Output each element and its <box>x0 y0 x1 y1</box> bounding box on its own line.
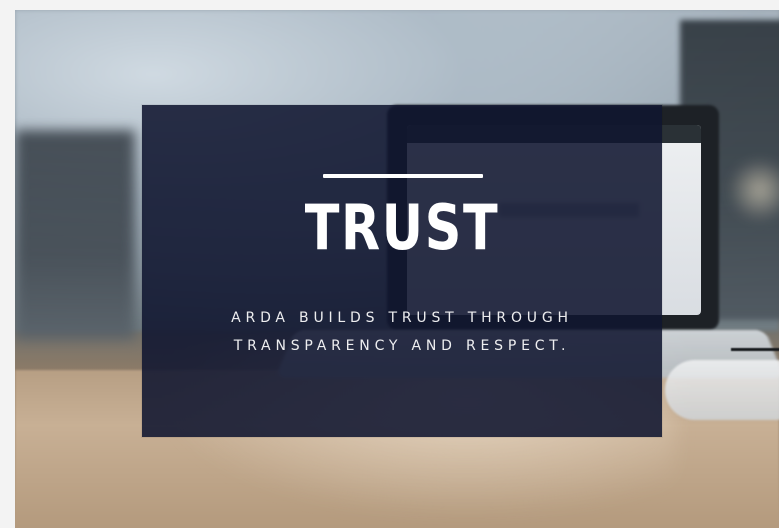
mouse-device <box>665 360 779 420</box>
window-glow <box>725 160 779 220</box>
card-body-line-1: ARDA BUILDS TRUST THROUGH <box>231 310 573 326</box>
blurred-window-left <box>15 130 135 340</box>
overlay-card <box>142 105 662 437</box>
cable <box>731 348 779 351</box>
card-title: TRUST <box>304 191 500 264</box>
card-body-line-2: TRANSPARENCY AND RESPECT. <box>233 338 571 354</box>
card-body: ARDA BUILDS TRUST THROUGH TRANSPARENCY A… <box>170 304 634 360</box>
title-divider <box>323 174 483 178</box>
